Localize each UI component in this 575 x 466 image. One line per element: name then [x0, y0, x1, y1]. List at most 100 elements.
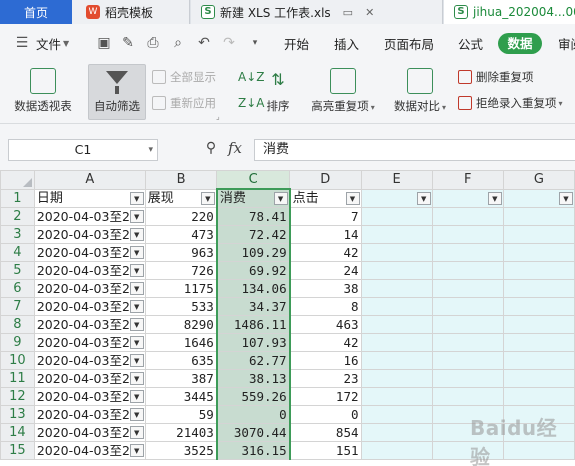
show-cell[interactable]: 963	[144, 243, 218, 262]
date-cell[interactable]: 2020-04-03至20 ▼	[33, 387, 146, 406]
sort-button[interactable]: ⇅ 排序	[262, 64, 294, 120]
empty-cell[interactable]	[360, 261, 433, 280]
sort-descending-button[interactable]: Z↓A	[238, 94, 264, 112]
row-header[interactable]: 8	[0, 315, 35, 334]
row-header[interactable]: 11	[0, 369, 35, 388]
save-icon[interactable]: ▣	[96, 35, 112, 51]
click-cell[interactable]: 38	[289, 279, 362, 298]
empty-cell[interactable]	[502, 207, 575, 226]
autofilter-button[interactable]: 自动筛选	[88, 64, 146, 120]
tab-jihua[interactable]: S jihua_202004...004	[444, 0, 575, 24]
cost-cell[interactable]: 1486.11	[215, 315, 291, 334]
empty-cell[interactable]	[431, 333, 504, 352]
date-cell[interactable]: 2020-04-03至20 ▼	[33, 297, 146, 316]
filter-dropdown-icon[interactable]: ▼	[345, 191, 360, 205]
column-header-e[interactable]: E	[360, 170, 433, 190]
empty-cell[interactable]	[431, 297, 504, 316]
empty-cell[interactable]	[360, 333, 433, 352]
close-tab-icon[interactable]: ✕	[365, 6, 374, 19]
row-header[interactable]: 6	[0, 279, 35, 298]
empty-cell[interactable]	[360, 207, 433, 226]
empty-cell[interactable]	[502, 315, 575, 334]
date-cell[interactable]: 2020-04-03至20 ▼	[33, 207, 146, 226]
header-cell-show[interactable]: 展现 ▼	[144, 188, 218, 208]
filter-dropdown-icon[interactable]: ▼	[200, 191, 215, 205]
date-cell[interactable]: 2020-04-03至20 ▼	[33, 351, 146, 370]
date-cell[interactable]: 2020-04-03至20 ▼	[33, 243, 146, 262]
date-cell[interactable]: 2020-04-03至20 ▼	[33, 423, 146, 442]
column-header-f[interactable]: F	[431, 170, 504, 190]
show-cell[interactable]: 8290	[144, 315, 218, 334]
sort-ascending-button[interactable]: A↓Z	[238, 68, 264, 86]
row-header[interactable]: 14	[0, 423, 35, 442]
cell-dropdown-icon[interactable]: ▼	[129, 372, 144, 385]
cell-dropdown-icon[interactable]: ▼	[129, 336, 144, 349]
show-cell[interactable]: 220	[144, 207, 218, 226]
row-header[interactable]: 2	[0, 207, 35, 226]
empty-cell[interactable]	[360, 387, 433, 406]
empty-cell[interactable]	[502, 351, 575, 370]
column-header-g[interactable]: G	[502, 170, 575, 190]
click-cell[interactable]: 172	[289, 387, 362, 406]
row-header[interactable]: 9	[0, 333, 35, 352]
empty-cell[interactable]	[502, 333, 575, 352]
cost-cell[interactable]: 72.42	[215, 225, 291, 244]
cell-dropdown-icon[interactable]: ▼	[129, 300, 144, 313]
date-cell[interactable]: 2020-04-03至20 ▼	[33, 225, 146, 244]
filter-dropdown-icon[interactable]: ▼	[273, 192, 288, 205]
cost-cell[interactable]: 107.93	[215, 333, 291, 352]
redo-icon[interactable]: ↷	[221, 35, 237, 51]
reapply-button[interactable]: 重新应用	[152, 94, 216, 112]
row-header[interactable]: 15	[0, 441, 35, 460]
empty-cell[interactable]	[360, 351, 433, 370]
cell-dropdown-icon[interactable]: ▼	[129, 390, 144, 403]
empty-cell[interactable]	[502, 261, 575, 280]
empty-cell[interactable]	[431, 315, 504, 334]
show-cell[interactable]: 726	[144, 261, 218, 280]
column-header-c[interactable]: C	[216, 170, 291, 190]
cell-dropdown-icon[interactable]: ▼	[129, 264, 144, 277]
click-cell[interactable]: 42	[289, 243, 362, 262]
fx-icon[interactable]: fx	[228, 139, 242, 157]
show-cell[interactable]: 635	[144, 351, 218, 370]
show-cell[interactable]: 473	[144, 225, 218, 244]
row-header-1[interactable]: 1	[0, 188, 35, 208]
cell-dropdown-icon[interactable]: ▼	[129, 210, 144, 223]
empty-cell[interactable]	[360, 279, 433, 298]
print-icon[interactable]: ⎙	[145, 35, 161, 51]
row-header[interactable]: 5	[0, 261, 35, 280]
cost-cell[interactable]: 38.13	[215, 369, 291, 388]
print-preview-icon[interactable]: ⌕	[170, 35, 186, 51]
zoom-icon[interactable]: ⚲	[202, 140, 220, 158]
data-compare-button[interactable]: 数据对比 ▾	[388, 64, 452, 120]
header-cell-cost[interactable]: 消费 ▼	[215, 188, 291, 208]
more-quick-access-icon[interactable]: ▾	[247, 35, 263, 51]
click-cell[interactable]: 23	[289, 369, 362, 388]
formula-input[interactable]: 消费	[254, 139, 575, 161]
filter-dropdown-icon[interactable]: ▼	[129, 191, 144, 205]
menu-file[interactable]: 文件 ▼	[36, 24, 69, 62]
empty-cell[interactable]	[360, 405, 433, 424]
date-cell[interactable]: 2020-04-03至20 ▼	[33, 333, 146, 352]
empty-cell[interactable]	[360, 441, 433, 460]
cell-dropdown-icon[interactable]: ▼	[129, 444, 144, 457]
cell-dropdown-icon[interactable]: ▼	[129, 228, 144, 241]
show-cell[interactable]: 59	[144, 405, 218, 424]
format-painter-icon[interactable]: ✎	[120, 35, 136, 51]
empty-cell[interactable]	[431, 261, 504, 280]
tab-new-xls[interactable]: S 新建 XLS 工作表.xls ▭ ✕	[191, 0, 443, 24]
group-expand-icon[interactable]: ⌟	[216, 112, 220, 121]
empty-cell[interactable]	[502, 387, 575, 406]
empty-cell[interactable]	[431, 351, 504, 370]
click-cell[interactable]: 7	[289, 207, 362, 226]
remove-duplicates-button[interactable]: 删除重复项	[458, 68, 534, 86]
row-header[interactable]: 4	[0, 243, 35, 262]
empty-cell[interactable]	[431, 225, 504, 244]
cell-dropdown-icon[interactable]: ▼	[129, 318, 144, 331]
row-header[interactable]: 13	[0, 405, 35, 424]
filter-dropdown-icon[interactable]: ▼	[559, 191, 573, 205]
filter-dropdown-icon[interactable]: ▼	[487, 191, 502, 205]
header-cell-date[interactable]: 日期 ▼	[33, 188, 146, 208]
tab-templates[interactable]: W 稻壳模板	[72, 0, 190, 24]
show-cell[interactable]: 3445	[144, 387, 218, 406]
